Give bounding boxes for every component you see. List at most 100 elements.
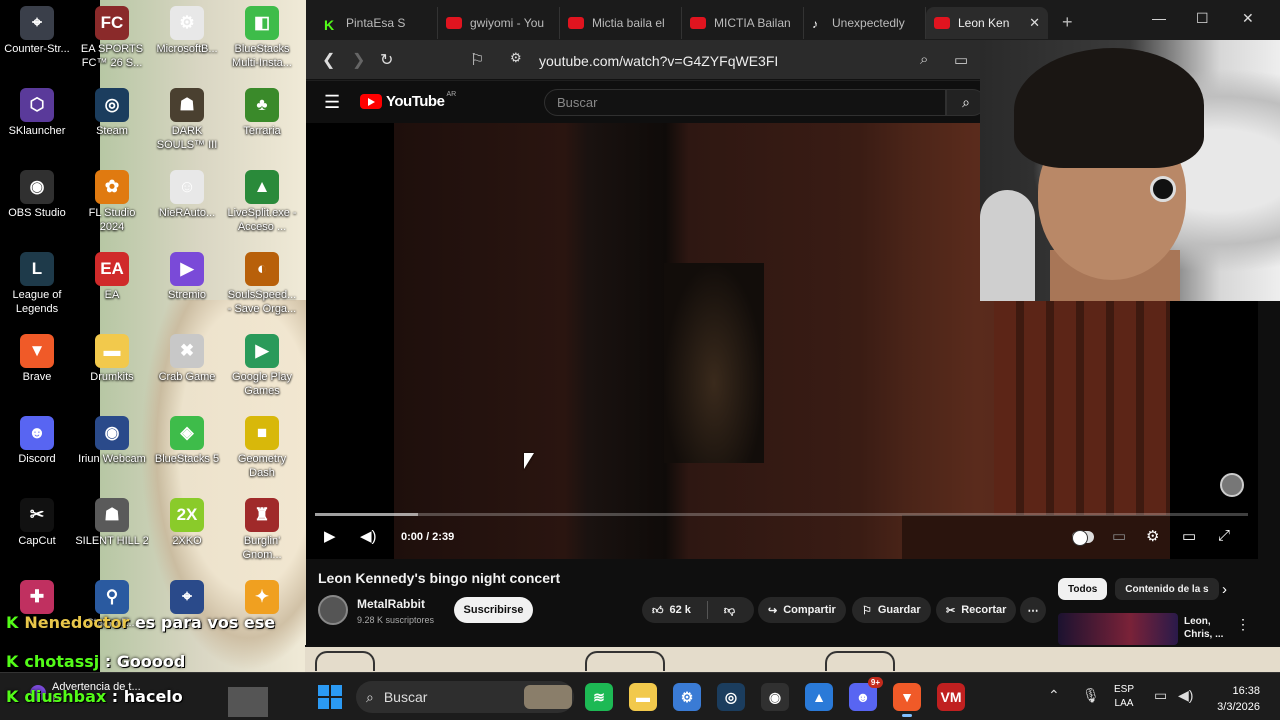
browser-tab[interactable]: Leon Ken ✕ [926,7,1048,39]
desktop-icon-label: Crab Game [158,371,216,383]
desktop-icon[interactable]: ■ Geometry Dash [225,412,299,492]
thumbs-up-icon: 👍︎ [652,604,664,617]
forward-button[interactable]: ❯ [352,50,365,70]
desktop-icon[interactable]: ▬ Drumkits [75,330,149,410]
desktop-icon-label: Iriun Webcam [78,453,146,465]
more-vert-icon[interactable]: ⋮ [1236,616,1250,633]
dislike-button[interactable]: 👎︎ [714,597,745,623]
desktop-icon[interactable]: L League of Legends [0,248,74,328]
desktop-icon[interactable]: ☻ Discord [0,412,74,492]
play-button[interactable]: ▶ [324,527,336,545]
subtitles-icon[interactable]: ▭ [1112,527,1126,545]
desktop-icon[interactable]: ♜ Burglin' Gnom... [225,494,299,574]
tab-title: Mictia baila el [592,16,665,30]
desktop-icon[interactable]: ◉ OBS Studio [0,166,74,246]
discord-app-icon[interactable]: ☻ 9+ [849,677,883,711]
recommended-thumbnail[interactable] [1058,613,1178,645]
input-language[interactable]: ESP LAA [1114,683,1134,711]
speaker-icon[interactable]: ◀) [1178,687,1193,704]
close-tab-icon[interactable]: ✕ [1029,15,1040,31]
theater-mode-icon[interactable]: ▭ [1182,527,1196,545]
zoom-icon[interactable]: ⌕ [920,51,928,68]
voicemeeter-app-icon[interactable]: VM [937,683,965,711]
chevron-up-icon[interactable]: ⌃ [1048,687,1060,704]
network-icon[interactable]: ▭ [1154,687,1167,704]
desktop-icon[interactable]: EA EA [75,248,149,328]
desktop-icon[interactable]: ✿ FL Studio 2024 [75,166,149,246]
chip-channel-content[interactable]: Contenido de la s [1115,578,1219,600]
more-actions-button[interactable]: ⋯ [1020,597,1046,623]
back-button[interactable]: ❮ [322,50,335,70]
desktop-icon[interactable]: ◐ SoulsSpeed... - Save Orga... [225,248,299,328]
new-tab-button[interactable]: + [1062,12,1073,33]
kick-icon: K [6,687,19,706]
desktop-icon[interactable]: ✂ CapCut [0,494,74,574]
time-display: 0:00 / 2:39 [401,531,455,543]
desktop-icon[interactable]: ◎ Steam [75,84,149,164]
search-input[interactable] [544,89,946,116]
desktop-icon[interactable]: ◉ Iriun Webcam [75,412,149,492]
desktop-icon[interactable]: 2X 2XKO [150,494,224,574]
desktop-icon[interactable]: ▶ Stremio [150,248,224,328]
desktop-icon[interactable]: ▶ Google Play Games [225,330,299,410]
bookmark-icon[interactable]: ⚐ [470,50,484,70]
chip-all[interactable]: Todos [1058,578,1108,600]
close-window-button[interactable]: ✕ [1242,10,1254,27]
recommended-title[interactable]: Leon, Chris, ... [1184,615,1232,641]
chevron-right-icon[interactable]: › [1222,581,1227,598]
fullscreen-icon[interactable]: ⤢ [1218,527,1230,544]
maximize-button[interactable]: ☐ [1196,10,1209,27]
microphone-icon[interactable]: 🎙︎ [1082,687,1100,704]
desktop-icon[interactable]: ☺ NieRAuto... [150,166,224,246]
hamburger-menu-icon[interactable]: ☰ [324,92,340,113]
settings-app-icon[interactable]: ⚙ [673,683,701,711]
share-button[interactable]: ↪ Compartir [758,597,846,623]
subscribe-button[interactable]: Suscribirse [454,597,533,623]
desktop-icon[interactable]: ☗ DARK SOULS™ III [150,84,224,164]
browser-tab[interactable]: Mictia baila el [560,7,682,39]
url-field[interactable]: youtube.com/watch?v=G4ZYFqWE3FI [539,48,1019,74]
minimize-button[interactable]: — [1152,10,1166,26]
desktop-icon[interactable]: ▼ Brave [0,330,74,410]
system-clock[interactable]: 16:38 3/3/2026 [1202,683,1260,715]
settings-gear-icon[interactable]: ⚙ [1146,527,1159,545]
obs-app-icon[interactable]: ◉ [761,683,789,711]
browser-tab[interactable]: ♪ Unexpectedly [804,7,926,39]
desktop-icon[interactable]: ✖ Crab Game [150,330,224,410]
windows-start-icon[interactable] [318,685,342,709]
desktop-icon[interactable]: ♣ Terraria [225,84,299,164]
channel-name[interactable]: MetalRabbit [357,597,425,611]
photos-app-icon[interactable]: ▲ [805,683,833,711]
desktop-icon[interactable]: ◧ BlueStacks Multi-Insta... [225,2,299,82]
language-code: ESP [1114,684,1135,695]
progress-bar[interactable] [315,513,1248,516]
brave-app-icon[interactable]: ▼ [893,683,921,717]
desktop-icon[interactable]: ☗ SILENT HILL 2 [75,494,149,574]
browser-tab[interactable]: K PintaEsa S [316,7,438,39]
browser-tab[interactable]: MICTIA Bailan [682,7,804,39]
cast-icon[interactable]: ▭ [954,51,968,69]
channel-avatar[interactable] [318,595,348,625]
like-button[interactable]: 👍︎ 62 k [642,597,701,623]
steam-app-icon[interactable]: ◎ [717,683,745,711]
chat-text: : Gooood [104,652,186,671]
volume-icon[interactable]: ◀) [360,527,377,545]
desktop-icon[interactable]: ⌖ Counter-Str... [0,2,74,82]
desktop-icon[interactable]: ⬡ SKlauncher [0,84,74,164]
clip-button[interactable]: ✂ Recortar [936,597,1017,623]
desktop-icon[interactable]: FC EA SPORTS FC™ 26 S... [75,2,149,82]
file-explorer-app-icon[interactable]: ▬ [629,683,657,711]
browser-tab[interactable]: gwiyomi - You [438,7,560,39]
desktop-icon[interactable]: ▲ LiveSplit.exe - Acceso ... [225,166,299,246]
autoplay-toggle[interactable] [1072,530,1094,546]
desktop-icon-label: MicrosoftB... [156,43,218,55]
site-info-icon[interactable]: ⚙ [510,50,522,66]
spotify-app-icon[interactable]: ≋ [585,683,613,711]
reload-button[interactable]: ↻ [380,50,393,70]
save-button[interactable]: ⚐ Guardar [852,597,931,623]
desktop-icon[interactable]: ⚙ MicrosoftB... [150,2,224,82]
youtube-logo[interactable]: YouTube AR [360,91,456,110]
desktop-icon[interactable]: ◈ BlueStacks 5 [150,412,224,492]
channel-watermark[interactable] [1220,473,1244,497]
mouse-cursor [524,453,534,469]
